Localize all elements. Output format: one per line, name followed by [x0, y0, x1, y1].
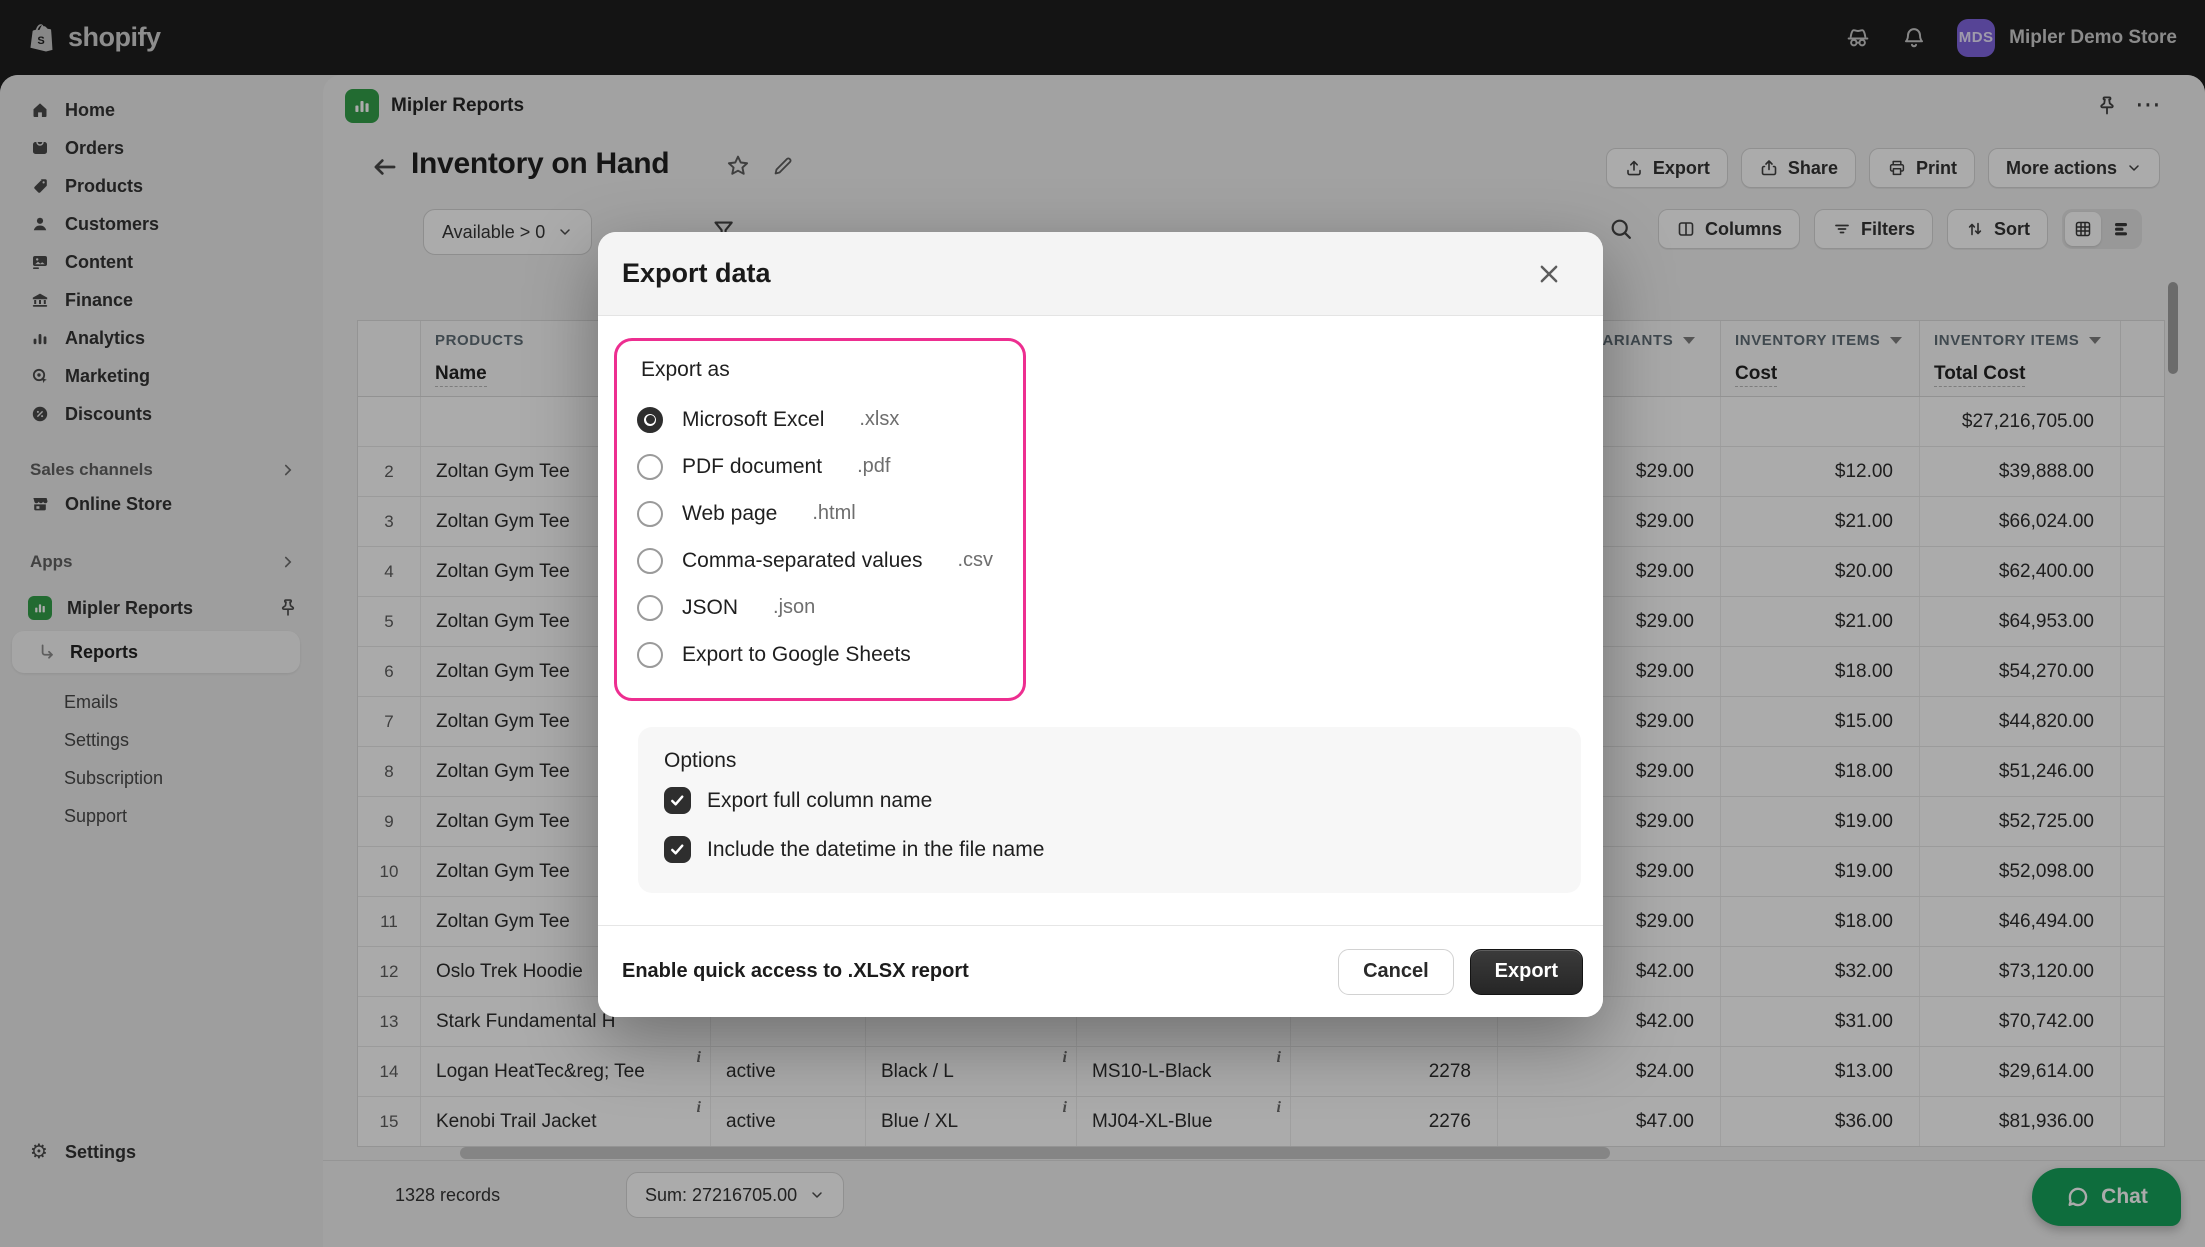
format-option-json[interactable]: JSON .json	[637, 584, 1003, 631]
export-as-label: Export as	[641, 358, 730, 381]
format-extension: .xlsx	[859, 408, 900, 430]
format-label: PDF document	[682, 454, 823, 478]
modal-export-button[interactable]: Export	[1469, 948, 1583, 995]
option-label: Export full column name	[707, 788, 933, 812]
export-data-modal: Export data Export as Microsoft Excel .xl…	[598, 232, 1603, 1017]
option-checkbox-include-the-datetime-in-the-file-name[interactable]: Include the datetime in the file name	[664, 836, 1555, 863]
format-extension: .html	[812, 502, 856, 524]
radio-icon[interactable]	[637, 453, 663, 480]
option-checkbox-export-full-column-name[interactable]: Export full column name	[664, 787, 1555, 814]
radio-icon[interactable]	[637, 547, 663, 574]
format-option-microsoft-excel[interactable]: Microsoft Excel .xlsx	[637, 396, 1003, 443]
radio-icon[interactable]	[637, 500, 663, 527]
export-as-highlight-box: Export as Microsoft Excel .xlsx PDF docume…	[614, 338, 1026, 701]
format-label: Web page	[682, 501, 778, 525]
format-option-web-page[interactable]: Web page .html	[637, 490, 1003, 537]
modal-header: Export data	[598, 232, 1603, 316]
quick-access-note: Enable quick access to .XLSX report	[622, 960, 969, 982]
format-extension: .csv	[957, 549, 994, 571]
radio-icon[interactable]	[637, 641, 663, 668]
format-label: JSON	[682, 595, 739, 619]
options-card: Options Export full column name Include t…	[638, 727, 1581, 893]
modal-footer: Enable quick access to .XLSX report Canc…	[598, 925, 1603, 1017]
options-title: Options	[664, 749, 737, 772]
format-option-export-to-google-sheets[interactable]: Export to Google Sheets	[637, 631, 1003, 678]
checkbox-checked-icon[interactable]	[664, 787, 691, 814]
format-option-pdf-document[interactable]: PDF document .pdf	[637, 443, 1003, 490]
modal-title: Export data	[622, 258, 771, 288]
option-label: Include the datetime in the file name	[707, 837, 1045, 861]
close-icon[interactable]	[1529, 254, 1569, 294]
format-extension: .pdf	[857, 455, 891, 477]
cancel-button[interactable]: Cancel	[1338, 948, 1454, 995]
format-label: Comma-separated values	[682, 548, 923, 572]
modal-body: Export as Microsoft Excel .xlsx PDF docume…	[598, 316, 1603, 893]
checkbox-checked-icon[interactable]	[664, 836, 691, 863]
radio-icon[interactable]	[637, 594, 663, 621]
format-label: Microsoft Excel	[682, 407, 825, 431]
format-option-comma-separated-values[interactable]: Comma-separated values .csv	[637, 537, 1003, 584]
radio-icon[interactable]	[637, 406, 663, 433]
format-label: Export to Google Sheets	[682, 642, 911, 666]
format-extension: .json	[773, 596, 816, 618]
